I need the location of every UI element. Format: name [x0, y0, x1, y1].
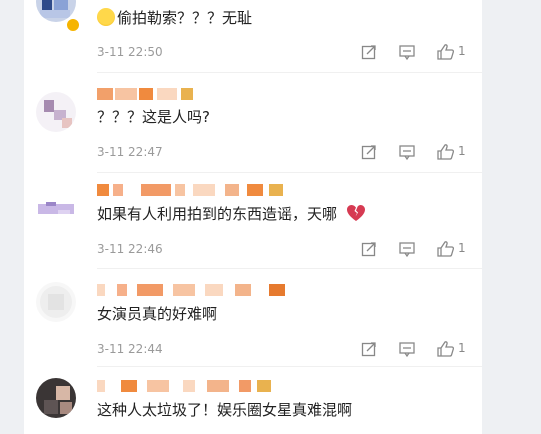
avatar[interactable]: [36, 186, 76, 226]
grimace-emoji: [97, 8, 115, 26]
share-icon[interactable]: [360, 340, 378, 358]
divider: [97, 268, 482, 269]
comment-text: 如果有人利用拍到的东西造谣，天哪: [97, 204, 366, 227]
user-name[interactable]: [97, 284, 287, 296]
share-icon[interactable]: [360, 143, 378, 161]
comment-time: 3-11 22:44: [97, 342, 163, 356]
comment-time: 3-11 22:46: [97, 242, 163, 256]
divider: [97, 72, 482, 73]
comment-text: ？？？这是人吗?: [97, 108, 210, 126]
user-name[interactable]: [97, 88, 197, 100]
thumbs-up-icon[interactable]: [436, 143, 456, 161]
comment-text: 偷拍勒索？？？无耻: [97, 8, 252, 28]
user-name[interactable]: [97, 184, 285, 196]
like-count: 1: [458, 144, 466, 158]
comment-icon[interactable]: [398, 143, 416, 161]
comment-icon[interactable]: [398, 240, 416, 258]
comment-time: 3-11 22:50: [97, 45, 163, 59]
comment-list: 偷拍勒索？？？无耻 3-11 22:50 1 ？？？这是人吗? 3-11 22:…: [24, 0, 482, 434]
verified-badge: [66, 18, 80, 32]
thumbs-up-icon[interactable]: [436, 240, 456, 258]
avatar[interactable]: [36, 282, 76, 322]
avatar[interactable]: [36, 92, 76, 132]
comment-time: 3-11 22:47: [97, 145, 163, 159]
comment-icon[interactable]: [398, 340, 416, 358]
user-name[interactable]: [97, 380, 275, 392]
share-icon[interactable]: [360, 240, 378, 258]
avatar[interactable]: [36, 378, 76, 418]
comment-text: 这种人太垃圾了！娱乐圈女星真难混啊: [97, 401, 353, 419]
broken-heart-icon: [346, 204, 366, 227]
comment-icon[interactable]: [398, 43, 416, 61]
like-count: 1: [458, 241, 466, 255]
share-icon[interactable]: [360, 43, 378, 61]
divider: [97, 172, 482, 173]
thumbs-up-icon[interactable]: [436, 43, 456, 61]
divider: [97, 366, 482, 367]
comment-text: 女演员真的好难啊: [97, 305, 218, 323]
like-count: 1: [458, 44, 466, 58]
thumbs-up-icon[interactable]: [436, 340, 456, 358]
like-count: 1: [458, 341, 466, 355]
